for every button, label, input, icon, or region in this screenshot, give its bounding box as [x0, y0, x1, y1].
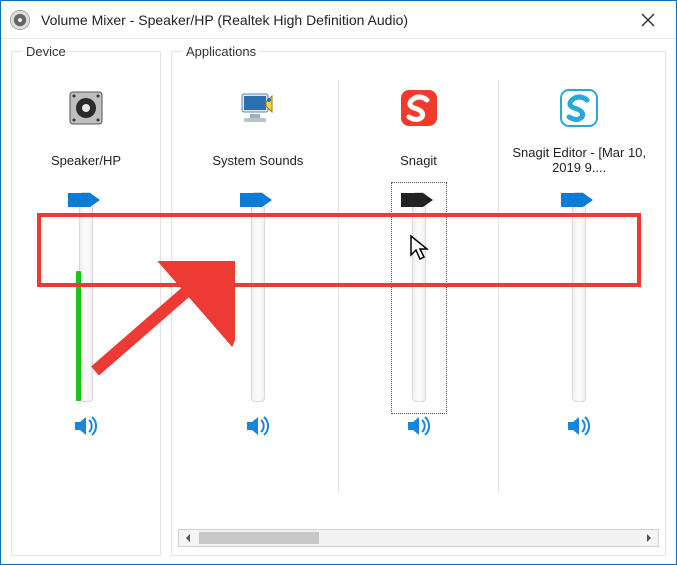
applications-panel-label: Applications — [182, 44, 260, 59]
device-column: Speaker/HP — [18, 76, 154, 547]
speaker-on-icon — [246, 416, 270, 436]
close-icon — [641, 13, 655, 27]
chevron-right-icon — [645, 534, 653, 542]
device-mute-button[interactable] — [72, 414, 100, 438]
window-title: Volume Mixer - Speaker/HP (Realtek High … — [41, 12, 628, 28]
chevron-left-icon — [184, 534, 192, 542]
speaker-device-icon[interactable] — [64, 76, 108, 140]
device-panel: Device Speaker/HP — [11, 51, 161, 556]
titlebar: Volume Mixer - Speaker/HP (Realtek High … — [1, 1, 676, 39]
app-mute-button[interactable] — [565, 414, 593, 438]
app-column-snagit: Snagit — [339, 76, 499, 529]
system-sounds-icon[interactable] — [236, 76, 280, 140]
app-volume-thumb[interactable] — [240, 191, 274, 209]
app-mute-button[interactable] — [405, 414, 433, 438]
applications-panel: Applications System Sounds — [171, 51, 666, 556]
device-volume-slider[interactable] — [79, 192, 93, 402]
device-panel-label: Device — [22, 44, 70, 59]
volume-mixer-icon — [9, 9, 31, 31]
app-volume-slider[interactable] — [251, 192, 265, 402]
snagit-icon[interactable] — [397, 76, 441, 140]
scrollbar-track[interactable] — [197, 530, 640, 546]
horizontal-scrollbar[interactable] — [178, 529, 659, 547]
speaker-on-icon — [74, 416, 98, 436]
app-volume-thumb[interactable] — [401, 191, 435, 209]
scroll-left-button[interactable] — [179, 530, 197, 546]
snagit-editor-icon[interactable] — [557, 76, 601, 140]
app-volume-slider[interactable] — [572, 192, 586, 402]
app-volume-slider[interactable] — [412, 192, 426, 402]
close-button[interactable] — [628, 5, 668, 35]
speaker-on-icon — [407, 416, 431, 436]
app-name[interactable]: Snagit Editor - [Mar 10, 2019 9.... — [499, 140, 659, 180]
scroll-right-button[interactable] — [640, 530, 658, 546]
device-name[interactable]: Speaker/HP — [45, 140, 127, 180]
scrollbar-thumb[interactable] — [199, 532, 319, 544]
speaker-on-icon — [567, 416, 591, 436]
app-column-system-sounds: System Sounds — [178, 76, 338, 529]
app-name[interactable]: Snagit — [394, 140, 443, 180]
app-name[interactable]: System Sounds — [206, 140, 309, 180]
app-column-snagit-editor: Snagit Editor - [Mar 10, 2019 9.... — [499, 76, 659, 529]
app-mute-button[interactable] — [244, 414, 272, 438]
device-volume-thumb[interactable] — [68, 191, 102, 209]
app-volume-thumb[interactable] — [561, 191, 595, 209]
